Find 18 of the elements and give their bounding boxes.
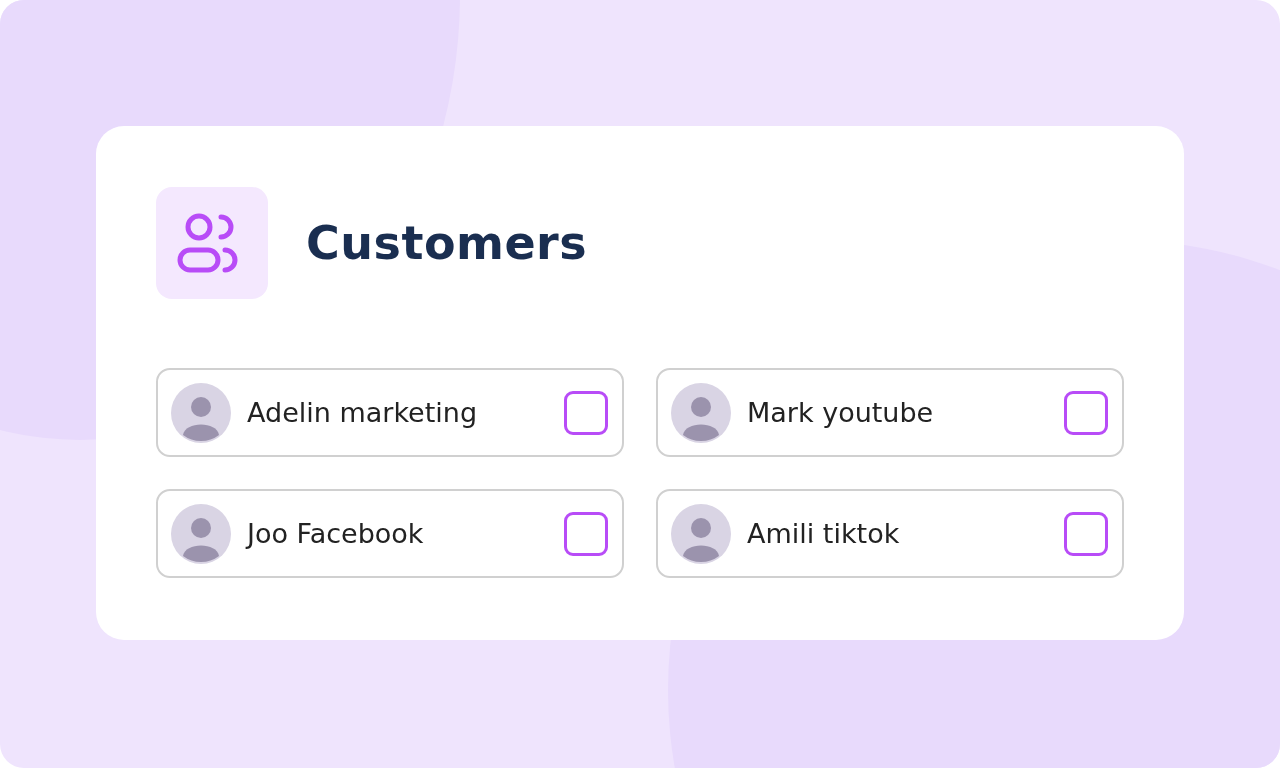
customer-name: Joo Facebook: [247, 518, 425, 549]
customer-row[interactable]: Adelin marketing: [156, 368, 624, 457]
checkbox[interactable]: [564, 390, 608, 435]
avatar: [671, 503, 731, 564]
users-icon: [156, 187, 268, 299]
customer-row[interactable]: Mark youtube: [656, 368, 1124, 457]
customer-row[interactable]: Amili tiktok: [656, 489, 1124, 578]
checkbox[interactable]: [1064, 390, 1108, 435]
avatar: [671, 382, 731, 443]
customer-name: Mark youtube: [747, 397, 935, 428]
checkbox[interactable]: [1064, 511, 1108, 556]
customer-row[interactable]: Joo Facebook: [156, 489, 624, 578]
avatar: [171, 382, 231, 443]
checkbox[interactable]: [564, 511, 608, 556]
customer-name: Amili tiktok: [747, 518, 901, 549]
page-title: Customers: [306, 216, 588, 270]
customer-name: Adelin marketing: [247, 397, 478, 428]
avatar: [171, 503, 231, 564]
